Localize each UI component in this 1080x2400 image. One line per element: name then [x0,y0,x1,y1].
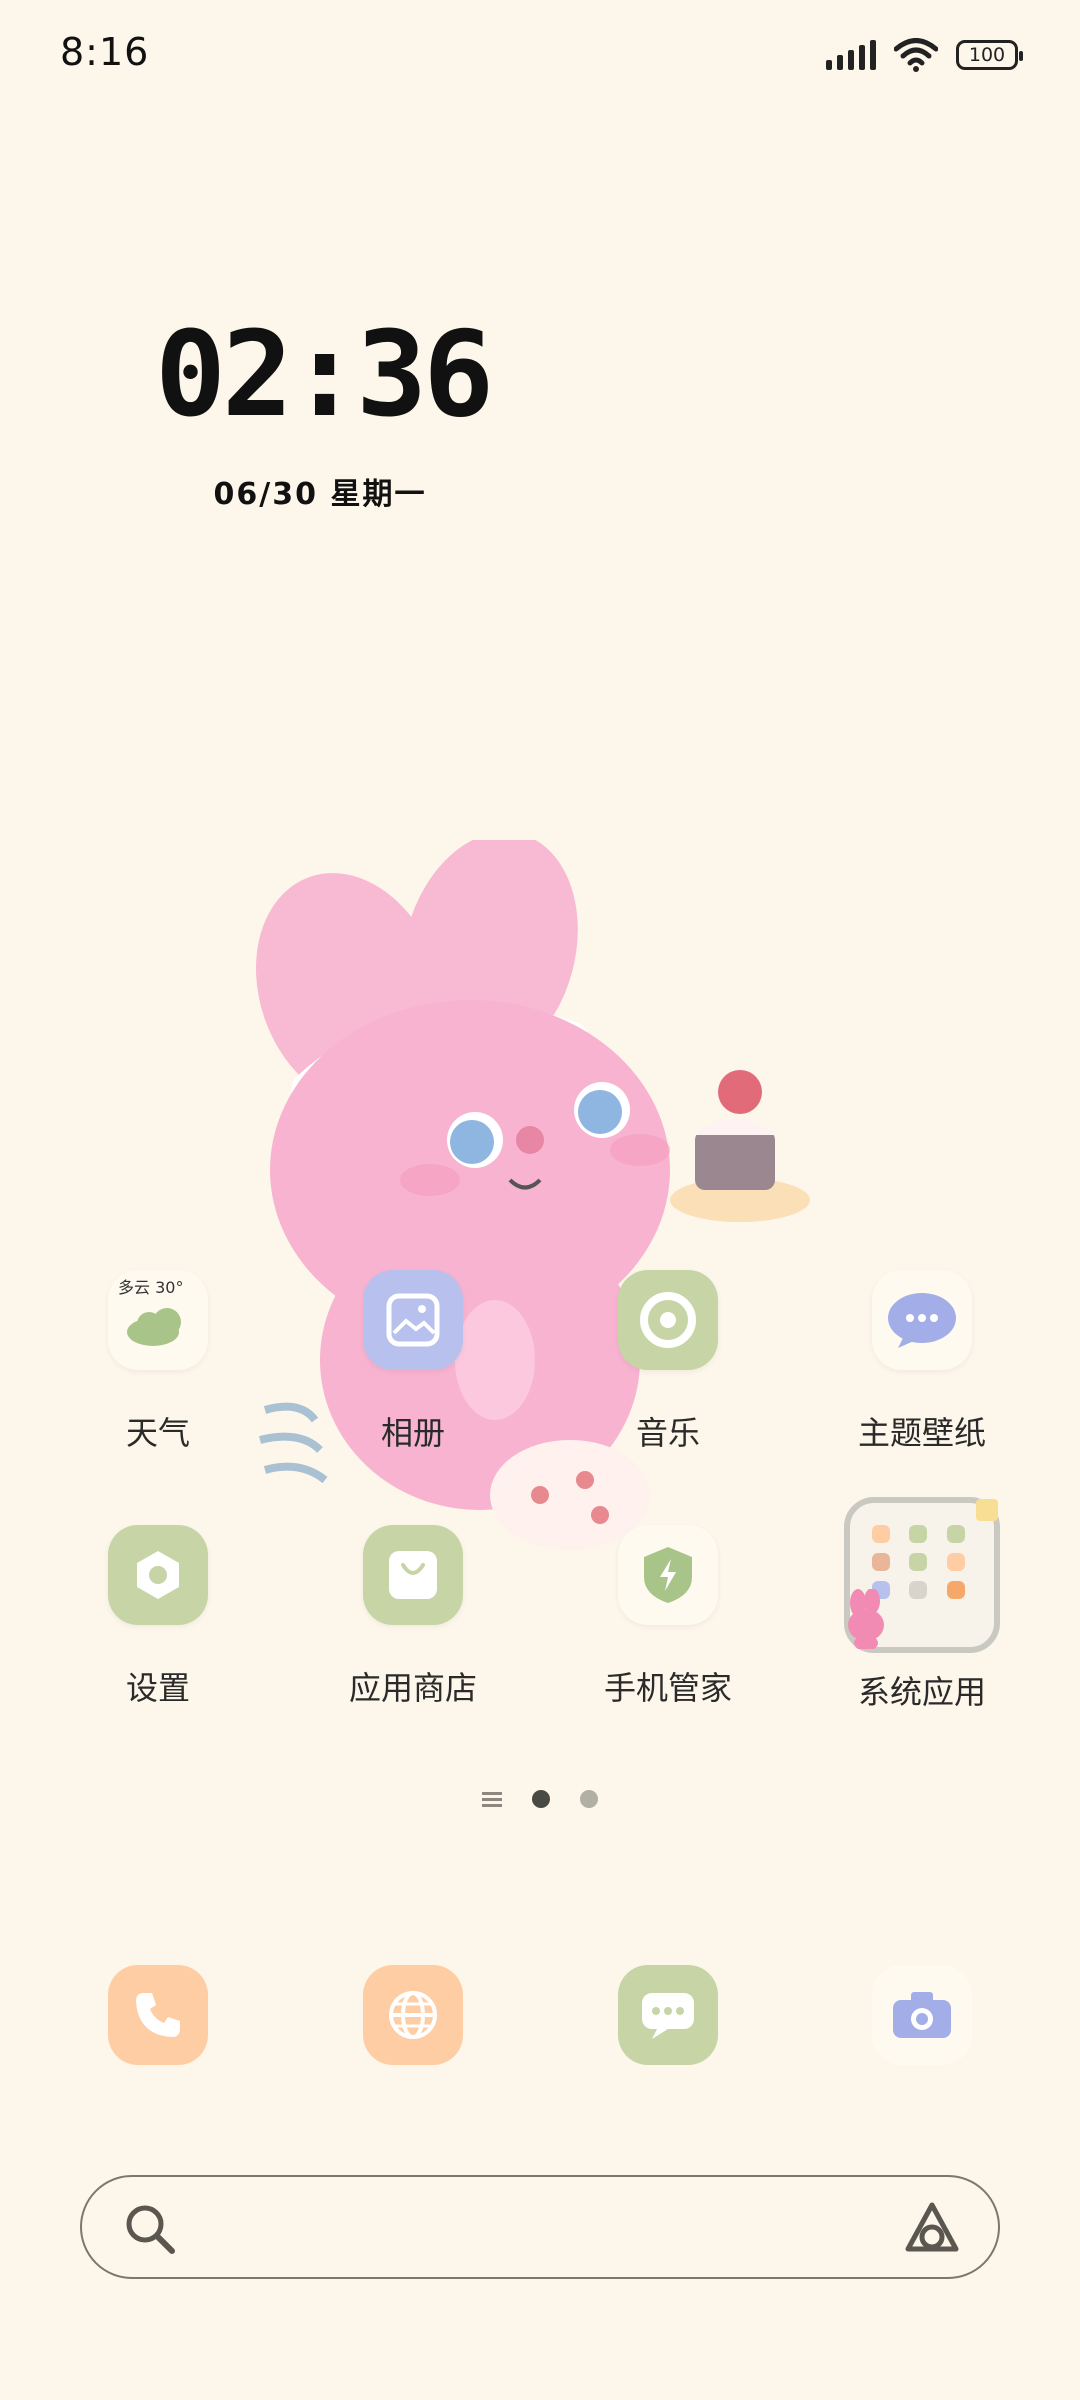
search-bar[interactable] [80,2175,1000,2279]
battery-icon: 100 [956,40,1023,70]
app-weather[interactable]: 多云 30° 天气 [48,1270,268,1454]
app-label: 手机管家 [603,1669,732,1707]
battery-level: 100 [968,44,1006,66]
weather-icon: 多云 30° [108,1270,208,1370]
phone-icon[interactable] [108,1965,208,2065]
app-label: 主题壁纸 [857,1414,986,1452]
app-gallery[interactable]: 相册 [303,1270,523,1454]
app-music[interactable]: 音乐 [558,1270,778,1454]
app-settings[interactable]: 设置 [48,1525,268,1709]
wifi-icon [894,38,938,72]
weather-condition-text: 多云 30° [118,1278,184,1297]
music-icon [618,1270,718,1370]
app-label: 系统应用 [857,1673,986,1711]
page-dot[interactable] [580,1790,598,1808]
search-icon[interactable] [124,2203,176,2255]
folder-icon [844,1497,1000,1653]
browser-icon[interactable] [363,1965,463,2065]
page-dot-active[interactable] [532,1790,550,1808]
folder-system-apps[interactable]: 系统应用 [812,1497,1032,1713]
page-indicator[interactable] [0,1790,1080,1808]
sticker-note-icon [976,1499,998,1521]
bunny-sticker-icon [848,1589,884,1649]
status-icons: 100 [826,38,1023,72]
app-drawer-lines-icon[interactable] [482,1791,502,1807]
app-label: 设置 [125,1669,190,1707]
app-label: 音乐 [635,1414,700,1452]
app-security[interactable]: 手机管家 [558,1525,778,1709]
signal-icon [826,40,876,70]
app-themes[interactable]: 主题壁纸 [812,1270,1032,1454]
settings-icon [108,1525,208,1625]
app-label: 天气 [125,1414,190,1452]
gallery-icon [363,1270,463,1370]
security-icon [618,1525,718,1625]
clock-date: 06/30 星期一 [213,477,427,512]
assistant-icon[interactable] [902,2199,962,2259]
clock-time: 02:36 [155,305,494,443]
status-bar: 8:16 100 [0,0,1080,110]
messages-icon[interactable] [618,1965,718,2065]
app-label: 应用商店 [348,1669,477,1707]
status-time: 8:16 [60,30,150,74]
app-label: 相册 [380,1414,445,1452]
app-store-icon [363,1525,463,1625]
theme-icon [872,1270,972,1370]
clock-widget[interactable]: 02:36 06/30 星期一 [155,305,494,513]
app-app-store[interactable]: 应用商店 [303,1525,523,1709]
camera-icon[interactable] [872,1965,972,2065]
